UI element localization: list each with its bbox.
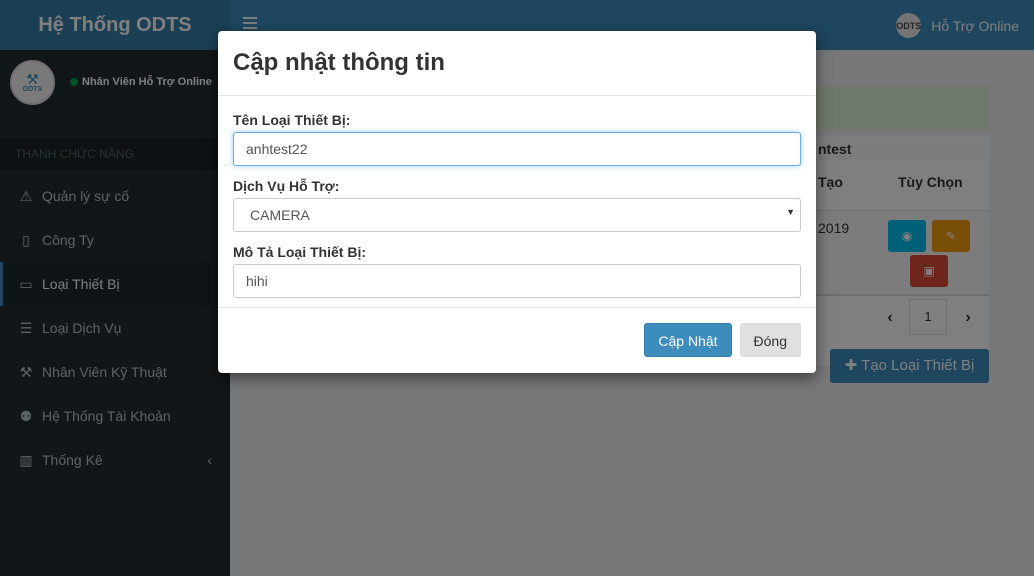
dropdown-arrow-icon: ▼ xyxy=(786,207,795,217)
service-select[interactable]: CAMERA ▼ xyxy=(233,198,801,232)
description-label: Mô Tả Loại Thiết Bị: xyxy=(233,244,366,260)
device-type-label: Tên Loại Thiết Bị: xyxy=(233,112,351,128)
service-group: Dịch Vụ Hỗ Trợ: CAMERA ▼ xyxy=(233,178,801,232)
service-label: Dịch Vụ Hỗ Trợ: xyxy=(233,178,340,194)
description-group: Mô Tả Loại Thiết Bị: xyxy=(233,244,801,298)
close-button[interactable]: Đóng xyxy=(739,323,801,357)
device-type-input[interactable] xyxy=(233,132,801,166)
modal-title: Cập nhật thông tin xyxy=(233,49,445,76)
service-select-value[interactable]: CAMERA xyxy=(233,198,801,232)
description-input[interactable] xyxy=(233,264,801,298)
update-modal: Cập nhật thông tin Tên Loại Thiết Bị: Dị… xyxy=(218,31,816,373)
update-button[interactable]: Cập Nhật xyxy=(644,323,732,357)
modal-body: Tên Loại Thiết Bị: Dịch Vụ Hỗ Trợ: CAMER… xyxy=(218,96,816,308)
modal-footer: Cập Nhật Đóng xyxy=(218,308,816,372)
modal-header: Cập nhật thông tin xyxy=(218,31,816,96)
device-type-group: Tên Loại Thiết Bị: xyxy=(233,112,801,166)
